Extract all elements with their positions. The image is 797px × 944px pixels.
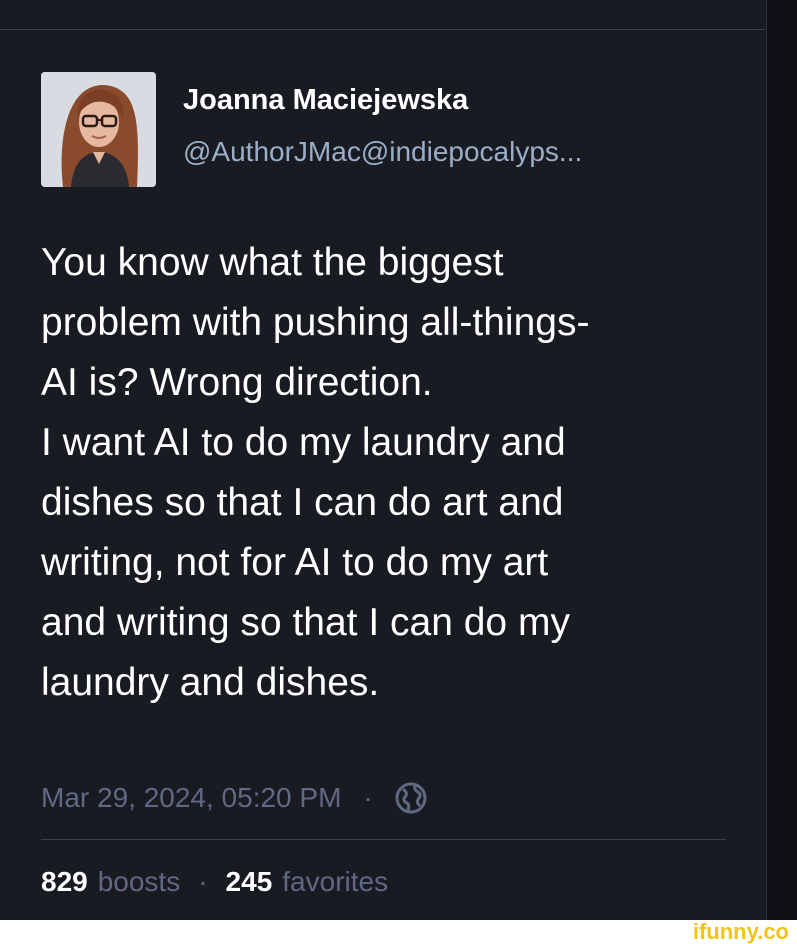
- top-divider: [0, 29, 765, 30]
- boosts-count: 829: [41, 866, 88, 897]
- stats-divider: [41, 839, 726, 840]
- stats-separator: ·: [198, 866, 208, 897]
- avatar[interactable]: [41, 72, 156, 187]
- scrollbar-track[interactable]: [766, 0, 797, 920]
- post-card: Joanna Maciejewska @AuthorJMac@indiepoca…: [0, 0, 797, 920]
- avatar-image: [41, 72, 156, 187]
- ifunny-watermark: ifunny.co: [692, 919, 789, 944]
- globe-icon: [395, 782, 427, 814]
- author-handle[interactable]: @AuthorJMac@indiepocalyps...: [183, 136, 582, 168]
- boosts-label: boosts: [97, 866, 181, 897]
- favorites-label: favorites: [282, 866, 389, 897]
- author-display-name[interactable]: Joanna Maciejewska: [183, 84, 468, 117]
- post-stats: 829 boosts · 245 favorites: [41, 862, 388, 902]
- favorites-count: 245: [225, 866, 273, 897]
- meta-separator: ·: [363, 782, 373, 813]
- boosts-stat[interactable]: 829 boosts: [41, 866, 180, 898]
- post-timestamp[interactable]: Mar 29, 2024, 05:20 PM: [41, 782, 341, 814]
- post-content: You know what the biggest problem with p…: [41, 241, 590, 704]
- post-meta: Mar 29, 2024, 05:20 PM ·: [41, 776, 427, 820]
- favorites-stat[interactable]: 245 favorites: [226, 866, 389, 898]
